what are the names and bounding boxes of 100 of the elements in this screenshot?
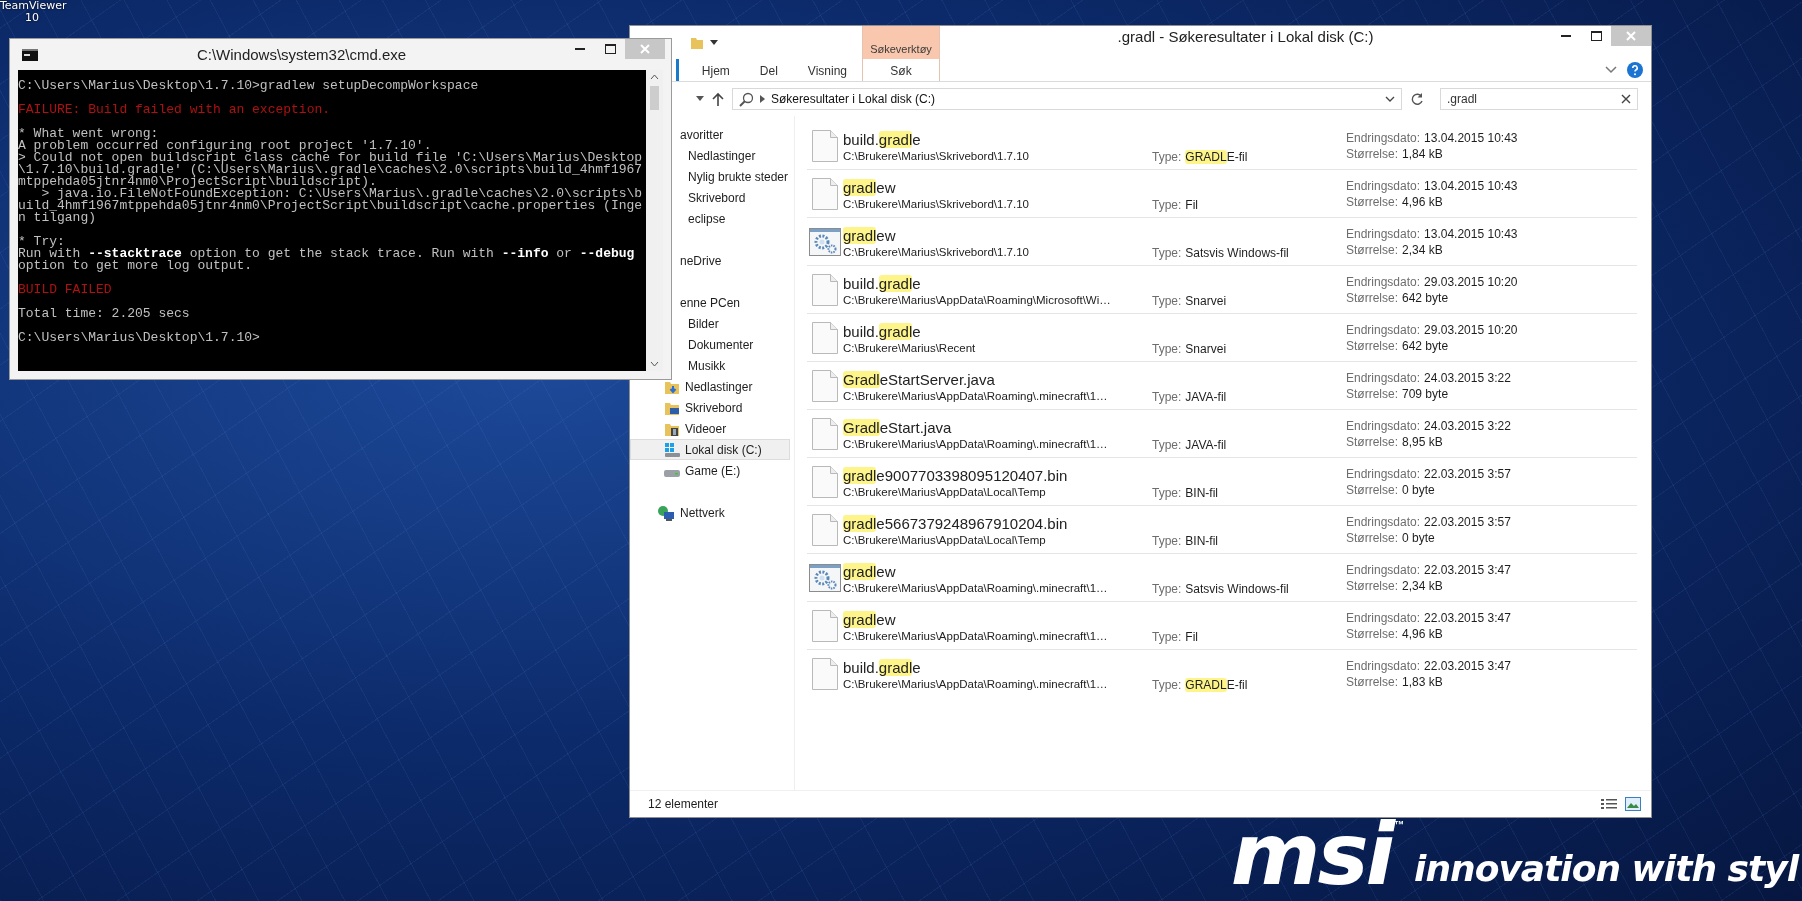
ribbon-tab[interactable]: Søk (863, 59, 939, 81)
type-label: Type: (1152, 342, 1182, 356)
nav-item[interactable]: Dokumenter (674, 334, 790, 355)
result-row[interactable]: gradle9007703398095120407.bin C:\Brukere\Marius\AppData\Local\Temp Type: BIN-fil Endringsdato: 22.03.2015 3:57 Størrelse: 0 byte (807, 458, 1637, 506)
file-path: C:\Brukere\Marius\Recent (843, 341, 977, 354)
result-row[interactable]: gradlew C:\Brukere\Marius\Skrivebord\1.7.10 Type: Satsvis Windows-fil Endringsdato: 13.04.2015 10:43 Størrelse: 2,34 kB (807, 218, 1637, 266)
console-line: C:\Users\Marius\Desktop\1.7.10> (18, 332, 260, 344)
result-row[interactable]: build.gradle C:\Brukere\Marius\AppData\Roaming\.minecraft\1… Type: GRADLE-fil Endringsdato: 22.03.2015 3:47 Størrelse: 1,83 kB (807, 650, 1637, 697)
result-row[interactable]: gradlew C:\Brukere\Marius\AppData\Roaming\.minecraft\1… Type: Satsvis Windows-fil Endringsdato: 22.03.2015 3:47 Størrelse: 2,34 kB (807, 554, 1637, 602)
help-icon[interactable] (1627, 62, 1643, 78)
size-value: 2,34 kB (1402, 243, 1443, 257)
close-icon[interactable] (1621, 94, 1631, 104)
details-view-icon[interactable] (1601, 798, 1617, 810)
nav-item[interactable]: Nedlastinger (674, 145, 790, 166)
size-label: Størrelse: (1346, 147, 1398, 161)
scroll-thumb[interactable] (650, 86, 659, 110)
result-row[interactable]: GradleStartServer.java C:\Brukere\Marius\AppData\Roaming\.minecraft\1… Type: JAVA-fil Endringsdato: 24.03.2015 3:22 Størrelse: 709 byte (807, 362, 1637, 410)
window-title: C:\Windows\system32\cmd.exe (195, 46, 408, 63)
nav-item[interactable]: Nedlastinger (630, 376, 790, 397)
date-value: 22.03.2015 3:57 (1424, 515, 1511, 529)
file-name: gradlew (843, 178, 897, 196)
file-path: C:\Brukere\Marius\Skrivebord\1.7.10 (843, 149, 1030, 162)
address-bar[interactable]: Søkeresultater i Lokal disk (C:) (732, 88, 1402, 110)
document-icon (812, 418, 838, 450)
file-path: C:\Brukere\Marius\AppData\Local\Temp (843, 485, 1047, 498)
result-row[interactable]: build.gradle C:\Brukere\Marius\AppData\Roaming\Microsoft\Wi… Type: Snarvei Endringsdato: 29.03.2015 10:20 Størrelse: 642 byte (807, 266, 1637, 314)
nav-item[interactable]: avoritter (674, 124, 790, 145)
date-label: Endringsdato: (1346, 419, 1421, 433)
chevron-up-icon[interactable] (650, 74, 659, 80)
date-label: Endringsdato: (1346, 371, 1421, 385)
console-line: option to get more log output. (18, 260, 253, 272)
chevron-down-icon[interactable] (1605, 66, 1617, 74)
nav-item[interactable]: Skrivebord (630, 397, 790, 418)
nav-item[interactable]: Game (E:) (630, 460, 790, 481)
result-row[interactable]: GradleStart.java C:\Brukere\Marius\AppData\Roaming\.minecraft\1… Type: JAVA-fil Endringsdato: 24.03.2015 3:22 Størrelse: 8,95 kB (807, 410, 1637, 458)
type-label: Type: (1152, 390, 1182, 404)
chevron-down-icon[interactable] (1385, 96, 1395, 102)
date-value: 29.03.2015 10:20 (1424, 275, 1518, 289)
chevron-down-icon[interactable] (650, 361, 659, 367)
date-label: Endringsdato: (1346, 515, 1421, 529)
ribbon-tab[interactable]: Hjem (686, 59, 745, 81)
type-label: Type: (1152, 294, 1182, 308)
type-label: Type: (1152, 630, 1182, 644)
minimize-icon (575, 48, 585, 50)
result-row[interactable]: gradlew C:\Brukere\Marius\Skrivebord\1.7.10 Type: Fil Endringsdato: 13.04.2015 10:43 Størrelse: 4,96 kB (807, 170, 1637, 218)
size-value: 4,96 kB (1402, 195, 1443, 209)
nav-item[interactable]: Musikk (674, 355, 790, 376)
size-label: Størrelse: (1346, 627, 1398, 641)
thumbnail-view-icon[interactable] (1625, 797, 1641, 811)
result-row[interactable]: gradlew C:\Brukere\Marius\AppData\Roaming\.minecraft\1… Type: Fil Endringsdato: 22.03.2015 3:47 Størrelse: 4,96 kB (807, 602, 1637, 650)
type-label: Type: (1152, 486, 1182, 500)
nav-item[interactable]: eclipse (674, 208, 790, 229)
ribbon-tab[interactable]: Visning (792, 59, 862, 81)
file-path: C:\Brukere\Marius\AppData\Roaming\.minecraft\1… (843, 677, 1109, 690)
size-label: Størrelse: (1346, 579, 1398, 593)
nav-item[interactable]: Lokal disk (C:) (630, 439, 790, 460)
size-value: 0 byte (1402, 483, 1435, 497)
up-arrow-icon[interactable] (712, 92, 724, 106)
date-label: Endringsdato: (1346, 467, 1421, 481)
maximize-icon (1590, 31, 1602, 41)
result-row[interactable]: build.gradle C:\Brukere\Marius\Recent Type: Snarvei Endringsdato: 29.03.2015 10:20 Størrelse: 642 byte (807, 314, 1637, 362)
nav-item[interactable]: Videoer (630, 418, 790, 439)
type-value: GRADLE-fil (1185, 678, 1248, 692)
search-field[interactable]: .gradl (1440, 88, 1638, 110)
ribbon-tab[interactable]: Del (744, 59, 793, 81)
nav-item[interactable]: Nylig brukte steder (674, 166, 790, 187)
type-value: GRADLE-fil (1185, 150, 1248, 164)
size-label: Størrelse: (1346, 195, 1398, 209)
size-value: 709 byte (1402, 387, 1449, 401)
type-value: Fil (1185, 630, 1199, 644)
nav-item[interactable]: enne PCen (674, 292, 790, 313)
date-label: Endringsdato: (1346, 131, 1421, 145)
nav-item[interactable]: Bilder (674, 313, 790, 334)
type-value: Satsvis Windows-fil (1185, 246, 1289, 260)
nav-item[interactable]: Skrivebord (674, 187, 790, 208)
size-label: Størrelse: (1346, 675, 1398, 689)
chevron-right-icon (760, 95, 765, 103)
file-name: build.gradle (843, 274, 922, 292)
document-icon (812, 370, 838, 402)
caret-icon[interactable] (696, 96, 704, 102)
network-icon (657, 504, 675, 521)
type-label: Type: (1152, 198, 1182, 212)
size-value: 642 byte (1402, 291, 1449, 305)
date-label: Endringsdato: (1346, 227, 1421, 241)
refresh-icon[interactable] (1410, 92, 1424, 106)
date-label: Endringsdato: (1346, 563, 1421, 577)
console-line: * What went wrong: (18, 128, 159, 140)
file-name: gradle9007703398095120407.bin (843, 466, 1069, 484)
gear-window-icon (809, 228, 841, 256)
nav-item[interactable]: Nettverk (630, 502, 790, 523)
close-icon (1626, 31, 1636, 41)
file-name: GradleStartServer.java (843, 370, 996, 388)
document-icon (812, 274, 838, 306)
result-row[interactable]: gradle5667379248967910204.bin C:\Brukere\Marius\AppData\Local\Temp Type: BIN-fil Endringsdato: 22.03.2015 3:57 Størrelse: 0 byte (807, 506, 1637, 554)
nav-item[interactable]: neDrive (674, 250, 790, 271)
caret-icon[interactable] (710, 39, 718, 46)
file-path: C:\Brukere\Marius\AppData\Roaming\.minecraft\1… (843, 437, 1109, 450)
result-row[interactable]: build.gradle C:\Brukere\Marius\Skrivebord\1.7.10 Type: GRADLE-fil Endringsdato: 13.04.2015 10:43 Størrelse: 1,84 kB (807, 122, 1637, 170)
drive-icon (664, 470, 680, 477)
type-value: BIN-fil (1185, 486, 1219, 500)
